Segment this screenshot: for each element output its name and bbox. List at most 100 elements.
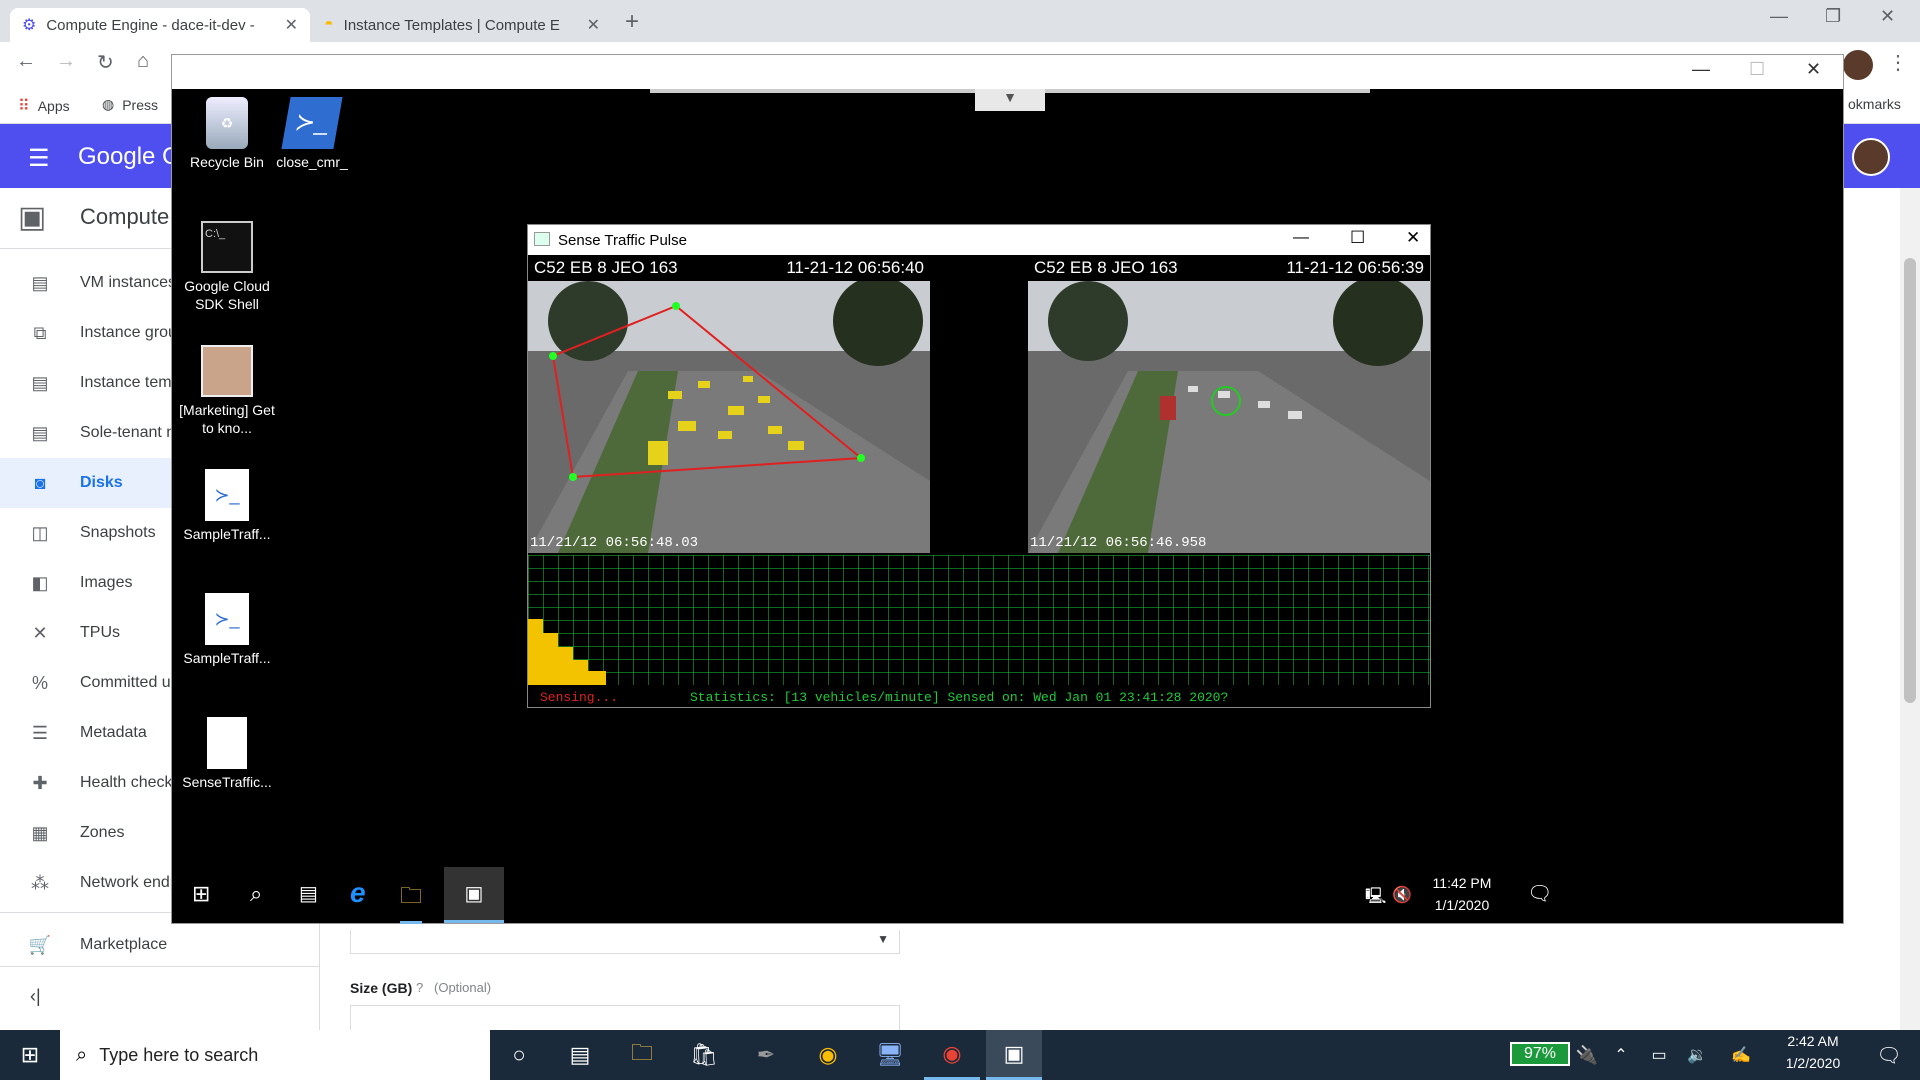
statistics-text: Statistics: [13 vehicles/minute] Sensed … (690, 689, 1229, 705)
sensing-status: Sensing... (540, 689, 619, 705)
template-icon: ▤ (31, 372, 49, 393)
tab-compute-engine[interactable]: ⚙ Compute Engine - dace-it-dev -  ✕ (10, 8, 310, 42)
rdp-minimize-icon[interactable]: — (1692, 59, 1710, 80)
remote-clock-date[interactable]: 1/1/2020 (1422, 897, 1502, 913)
internet-explorer-icon[interactable]: e (350, 877, 366, 909)
search-icon: ⌕ (76, 1043, 88, 1066)
desktop-icon-sampletraffic-1[interactable]: ≻_ SampleTraff... (172, 469, 282, 543)
profile-avatar[interactable] (1843, 50, 1873, 80)
app-maximize-icon[interactable]: ☐ (1350, 228, 1365, 248)
desktop-icon-sampletraffic-2[interactable]: ≻_ SampleTraff... (172, 593, 282, 667)
vm-icon: ▤ (31, 272, 49, 293)
app-close-icon[interactable]: ✕ (1406, 228, 1420, 248)
remote-taskbar: ⊞ ⌕ ▤ e 🗀 ▣ 🖳 🔇 11:42 PM 1/1/2020 🗨 (172, 867, 1843, 924)
taskbar-search-box[interactable]: ⌕ Type here to search (60, 1030, 490, 1080)
cortana-icon[interactable]: ○ (491, 1030, 547, 1080)
minimize-icon[interactable]: — (1770, 6, 1788, 27)
file-explorer-icon[interactable]: 🗀 (614, 1030, 670, 1080)
app-minimize-icon[interactable]: — (1293, 229, 1309, 247)
reload-icon[interactable]: ↻ (97, 50, 114, 75)
sense-traffic-pulse-window[interactable]: Sense Traffic Pulse — ☐ ✕ C52 EB 8 JEO 1… (527, 224, 1431, 708)
images-icon: ◧ (31, 572, 49, 593)
app-title-bar[interactable]: Sense Traffic Pulse — ☐ ✕ (528, 225, 1430, 255)
rdp-session-icon[interactable]: ▣ (986, 1030, 1042, 1080)
remote-desktop-window[interactable]: — ☐ ✕ ▼ ♻ Recycle Bin ≻_ close_cmr_ C:\_… (171, 54, 1844, 924)
collapse-sidebar-icon[interactable]: ‹| (30, 986, 41, 1007)
gcp-favicon-icon: ⚙ (22, 17, 37, 34)
tpu-icon: ✕ (32, 622, 48, 643)
globe-icon: ◍ (102, 96, 115, 112)
gcp-brand[interactable]: Google C (78, 143, 179, 171)
microsoft-store-icon[interactable]: 🛍 (676, 1030, 732, 1080)
cart-icon: 🛒 (28, 934, 52, 955)
chrome-active-icon[interactable]: ◉ (924, 1030, 980, 1080)
back-icon[interactable]: ← (16, 50, 36, 73)
pen-ink-icon[interactable]: ✍ (1726, 1030, 1756, 1080)
file-explorer-icon[interactable]: 🗀 (400, 879, 423, 924)
recycle-bin-icon: ♻ (206, 97, 248, 149)
desktop-icon-marketing-video[interactable]: [Marketing] Get to kno... (172, 345, 282, 437)
help-icon[interactable]: ? (416, 980, 423, 995)
power-plug-icon[interactable]: 🔌 (1572, 1030, 1602, 1080)
size-input[interactable] (350, 1005, 900, 1031)
remote-desktop-icon[interactable]: 🖥 (862, 1030, 918, 1080)
clock-time[interactable]: 2:42 AM (1768, 1033, 1858, 1049)
forward-icon[interactable]: → (56, 50, 76, 73)
app-title: Sense Traffic Pulse (558, 231, 687, 249)
remote-start-icon[interactable]: ⊞ (192, 881, 210, 907)
status-line: Sensing... Statistics: [13 vehicles/minu… (528, 687, 1430, 707)
app-pen-icon[interactable]: ✒ (738, 1030, 794, 1080)
remote-search-icon[interactable]: ⌕ (250, 881, 262, 907)
remote-notification-icon[interactable]: 🗨 (1527, 881, 1552, 906)
desktop-icon-sensetraffic[interactable]: SenseTraffic... (172, 717, 282, 791)
close-tab-icon[interactable]: ✕ (587, 15, 600, 35)
remote-taskview-icon[interactable]: ▤ (299, 881, 318, 906)
chrome-icon[interactable]: ◉ (800, 1030, 856, 1080)
desktop-icon-close-cmr[interactable]: ≻_ close_cmr_ (264, 97, 360, 171)
close-tab-icon[interactable]: ✕ (285, 15, 298, 35)
tab-title: Instance Templates | Compute E (343, 16, 560, 34)
dropdown-arrow-icon: ▼ (877, 932, 889, 946)
other-bookmarks[interactable]: okmarks (1848, 96, 1901, 112)
home-icon[interactable]: ⌂ (137, 50, 149, 73)
close-window-icon[interactable]: ✕ (1880, 6, 1895, 27)
blank-file-icon (207, 717, 247, 769)
account-avatar[interactable] (1852, 138, 1890, 176)
tab-instance-templates[interactable]: ◓ Instance Templates | Compute E ✕ (312, 8, 612, 42)
chevron-up-icon[interactable]: ⌃ (1606, 1030, 1636, 1080)
video-file-icon (201, 345, 253, 397)
remote-clock-time[interactable]: 11:42 PM (1422, 875, 1502, 891)
hamburger-menu-icon[interactable]: ☰ (28, 144, 50, 173)
page-scrollbar[interactable] (1900, 188, 1920, 1030)
rdp-bar-toggle-icon[interactable]: ▼ (975, 89, 1045, 111)
rdp-maximize-icon[interactable]: ☐ (1749, 59, 1765, 80)
battery-icon[interactable]: ▭ (1644, 1030, 1674, 1080)
battery-percentage[interactable]: 97% (1510, 1042, 1570, 1066)
sole-tenant-icon: ▤ (31, 422, 49, 443)
sense-traffic-task-icon[interactable]: ▣ (444, 867, 504, 923)
bookmark-press[interactable]: ◍ Press (102, 96, 158, 113)
more-menu-icon[interactable]: ⋮ (1888, 50, 1908, 75)
clock-date[interactable]: 1/2/2020 (1768, 1055, 1858, 1071)
sidebar-item-marketplace[interactable]: 🛒 Marketplace (0, 920, 320, 970)
new-tab-button[interactable]: + (625, 8, 639, 36)
scrollbar-thumb[interactable] (1904, 258, 1916, 703)
select-field[interactable]: ▼ (350, 930, 900, 954)
rdp-title-bar[interactable]: — ☐ ✕ (172, 55, 1843, 89)
rdp-close-icon[interactable]: ✕ (1806, 59, 1821, 80)
remote-volume-muted-icon[interactable]: 🔇 (1392, 885, 1412, 905)
volume-icon[interactable]: 🔉 (1682, 1030, 1712, 1080)
windows-start-icon[interactable]: ⊞ (2, 1030, 58, 1080)
task-view-icon[interactable]: ▤ (552, 1030, 608, 1080)
action-center-icon[interactable]: 🗨 (1864, 1030, 1914, 1080)
camera-left-feed: 11/21/12 06:56:48.03 (528, 281, 930, 553)
product-title: Compute (80, 204, 170, 229)
restore-icon[interactable]: ❐ (1825, 6, 1841, 27)
desktop-icon-gcloud-shell[interactable]: C:\_ Google Cloud SDK Shell (172, 221, 282, 313)
camera-right-header: C52 EB 8 JEO 163 11-21-12 06:56:39 (1028, 255, 1430, 281)
remote-network-icon[interactable]: 🖳 (1365, 885, 1386, 912)
metadata-icon: ☰ (31, 722, 49, 743)
snapshot-icon: ◫ (31, 522, 49, 543)
tab-title: Compute Engine - dace-it-dev -  (46, 16, 257, 34)
bookmark-apps[interactable]: ⠿ Apps (18, 96, 70, 116)
